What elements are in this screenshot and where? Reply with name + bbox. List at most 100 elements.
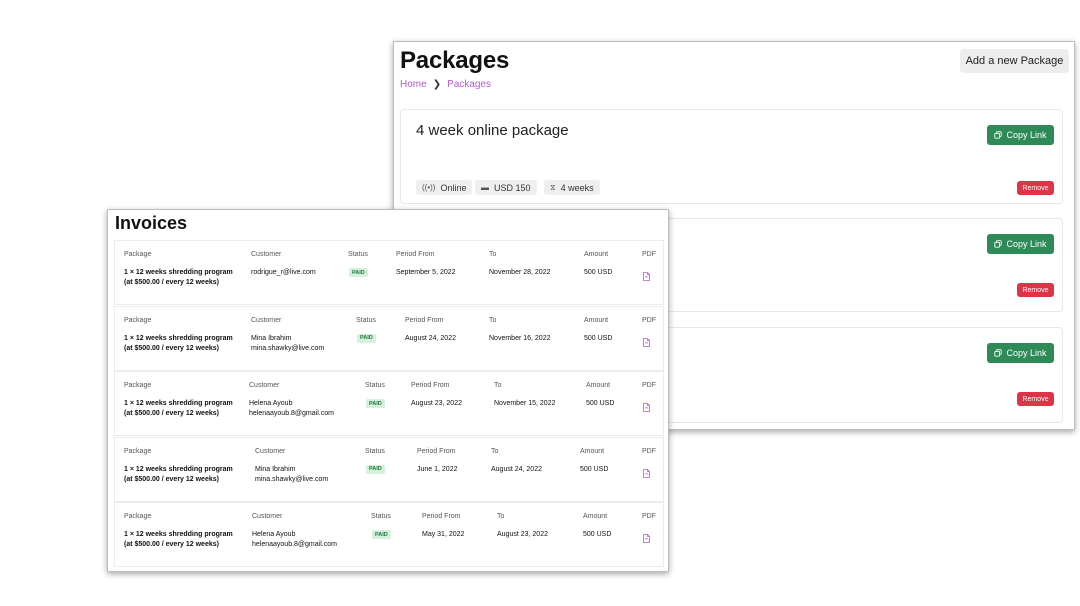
header-pdf: PDF xyxy=(642,382,656,389)
chip-duration-label: 4 weeks xyxy=(560,182,594,193)
customer-email: mina.shawky@live.com xyxy=(255,475,329,483)
customer-email: mina.shawky@live.com xyxy=(251,344,325,352)
page-title: Invoices xyxy=(115,213,188,233)
copy-link-label: Copy Link xyxy=(1006,130,1047,140)
table-row: Package Customer Status Period From To Amount… xyxy=(114,502,664,567)
header-package: Package xyxy=(124,382,152,389)
header-period-from: Period From xyxy=(411,382,450,389)
header-status: Status xyxy=(371,513,391,520)
header-customer: Customer xyxy=(255,447,286,455)
file-pdf-icon[interactable] xyxy=(643,268,650,281)
copy-link-label: Copy Link xyxy=(1006,239,1047,249)
customer-email: helenaayoub.8@gmail.com xyxy=(249,410,334,417)
cell-to: August 24, 2022 xyxy=(491,465,542,473)
header-period-from: Period From xyxy=(396,251,435,258)
header-customer: Customer xyxy=(249,382,280,389)
cell-period-from: September 5, 2022 xyxy=(396,269,456,276)
file-pdf-icon[interactable] xyxy=(643,334,650,347)
header-period-from: Period From xyxy=(405,316,444,324)
cell-customer: Mina Ibrahim mina.shawky@live.com xyxy=(255,465,328,485)
remove-button[interactable]: Remove xyxy=(1017,392,1054,406)
header-status: Status xyxy=(356,316,376,324)
copy-icon xyxy=(994,240,1003,248)
cell-amount: 500 USD xyxy=(583,531,612,538)
header-package: Package xyxy=(124,447,152,455)
copy-icon xyxy=(994,349,1003,357)
cell-customer: rodrigue_r@live.com xyxy=(251,268,316,278)
header-customer: Customer xyxy=(251,316,282,324)
status-badge: PAID xyxy=(372,530,391,539)
customer-name: Mina Ibrahim xyxy=(251,334,292,342)
cell-amount: 500 USD xyxy=(584,269,613,276)
cell-to: August 23, 2022 xyxy=(497,531,548,538)
header-status: Status xyxy=(348,251,368,258)
table-row: Package Customer Status Period From To Amount… xyxy=(114,305,664,371)
package-name: 4 week online package xyxy=(416,122,569,139)
cell-to: November 15, 2022 xyxy=(494,400,556,407)
chip-price-label: USD 150 xyxy=(494,182,531,193)
header-pdf: PDF xyxy=(642,316,656,324)
cell-period-from: May 31, 2022 xyxy=(422,531,465,538)
table-row: Package Customer Status Period From To Amount… xyxy=(114,371,664,436)
cell-amount: 500 USD xyxy=(586,400,615,407)
file-pdf-icon[interactable] xyxy=(643,530,650,543)
copy-link-button[interactable]: Copy Link xyxy=(987,234,1054,254)
chip-price: ▬ USD 150 xyxy=(475,180,537,195)
header-period-from: Period From xyxy=(417,447,456,455)
file-pdf-icon[interactable] xyxy=(643,465,650,478)
page-title: Packages xyxy=(400,47,510,74)
cell-customer: Mina Ibrahim mina.shawky@live.com xyxy=(251,334,324,354)
status-badge: PAID xyxy=(357,333,376,343)
breadcrumb-packages[interactable]: Packages xyxy=(447,79,491,90)
cell-customer: Helena Ayoub helenaayoub.8@gmail.com xyxy=(249,399,334,419)
header-amount: Amount xyxy=(583,513,608,520)
file-pdf-icon[interactable] xyxy=(643,399,650,412)
header-to: To xyxy=(489,316,497,324)
customer-email: rodrigue_r@live.com xyxy=(251,269,316,276)
header-to: To xyxy=(491,447,499,455)
chip-duration: ⧖ 4 weeks xyxy=(544,180,600,195)
status-badge: PAID xyxy=(366,399,385,408)
cell-package: 1 × 12 weeks shredding program (at $500.… xyxy=(124,400,233,417)
broadcast-icon: ((•)) xyxy=(422,183,436,192)
copy-link-button[interactable]: Copy Link xyxy=(987,125,1054,145)
remove-button[interactable]: Remove xyxy=(1017,283,1054,297)
header-package: Package xyxy=(124,316,152,324)
copy-icon xyxy=(994,131,1003,139)
cell-customer: Helena Ayoub helenaayoub.8@gmail.com xyxy=(252,530,337,550)
remove-button[interactable]: Remove xyxy=(1017,181,1054,195)
header-period-from: Period From xyxy=(422,513,461,520)
header-status: Status xyxy=(365,447,385,455)
header-pdf: PDF xyxy=(642,513,656,520)
header-pdf: PDF xyxy=(642,447,656,455)
copy-link-label: Copy Link xyxy=(1006,348,1047,358)
header-package: Package xyxy=(124,513,152,520)
breadcrumb-home[interactable]: Home xyxy=(400,79,427,90)
status-badge: PAID xyxy=(349,268,368,277)
cell-period-from: August 24, 2022 xyxy=(405,334,456,342)
package-card: 4 week online package Copy Link ((•)) On… xyxy=(400,109,1063,204)
header-customer: Customer xyxy=(251,251,282,258)
header-status: Status xyxy=(365,382,385,389)
invoices-window: Invoices Package Customer Status Period Fro… xyxy=(107,209,669,572)
customer-email: helenaayoub.8@gmail.com xyxy=(252,541,337,548)
table-row: Package Customer Status Period From To Amount… xyxy=(114,436,664,502)
hourglass-icon: ⧖ xyxy=(550,182,556,192)
customer-name: Mina Ibrahim xyxy=(255,465,296,473)
add-package-button[interactable]: Add a new Package xyxy=(960,49,1069,73)
customer-name: Helena Ayoub xyxy=(252,531,296,538)
header-customer: Customer xyxy=(252,513,283,520)
cell-to: November 28, 2022 xyxy=(489,269,551,276)
customer-name: Helena Ayoub xyxy=(249,400,293,407)
table-row: Package Customer Status Period From To Amount… xyxy=(114,240,664,305)
cell-period-from: August 23, 2022 xyxy=(411,400,462,407)
header-to: To xyxy=(494,382,502,389)
cell-period-from: June 1, 2022 xyxy=(417,465,458,473)
cell-package: 1 × 12 weeks shredding program (at $500.… xyxy=(124,465,233,483)
header-pdf: PDF xyxy=(642,251,656,258)
copy-link-button[interactable]: Copy Link xyxy=(987,343,1054,363)
cell-amount: 500 USD xyxy=(584,334,613,342)
cell-to: November 16, 2022 xyxy=(489,334,551,342)
header-package: Package xyxy=(124,251,152,258)
cash-icon: ▬ xyxy=(481,183,489,192)
